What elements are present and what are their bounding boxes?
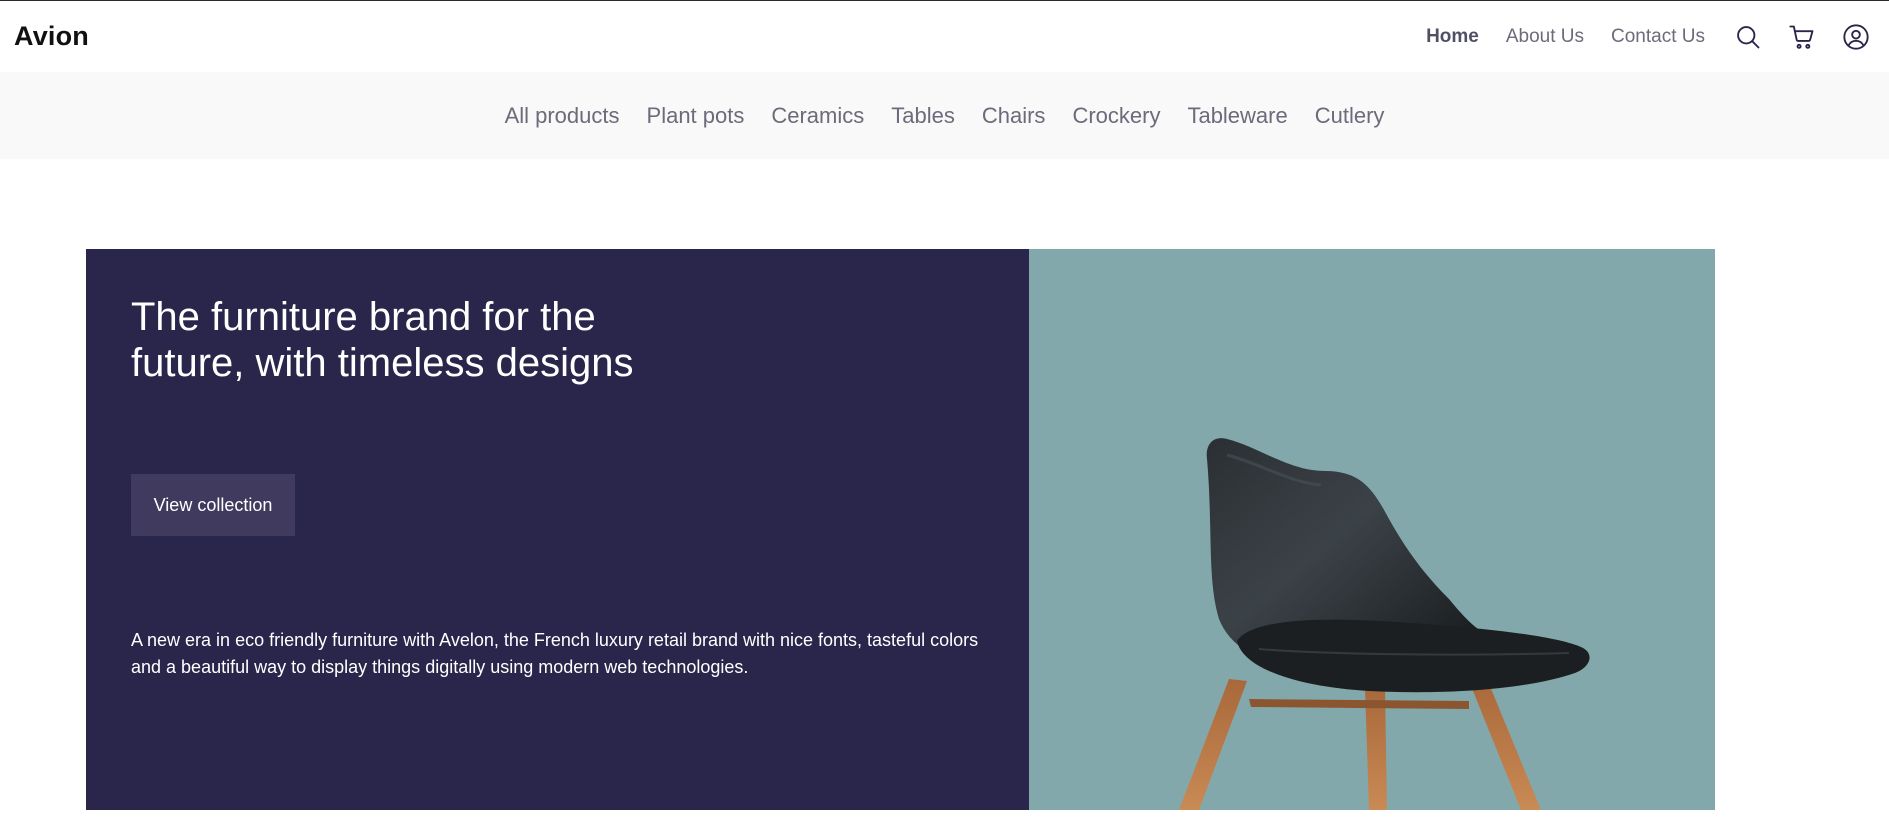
category-tableware[interactable]: Tableware bbox=[1187, 103, 1287, 129]
hero-image-panel bbox=[1029, 249, 1715, 810]
nav-link-contact-us[interactable]: Contact Us bbox=[1611, 26, 1705, 48]
main-nav: Home About Us Contact Us bbox=[1426, 1, 1889, 72]
site-header: Avion Home About Us Contact Us bbox=[0, 1, 1889, 72]
category-crockery[interactable]: Crockery bbox=[1072, 103, 1160, 129]
account-button[interactable] bbox=[1840, 21, 1872, 53]
hero-text-panel: The furniture brand for the future, with… bbox=[86, 249, 1029, 810]
hero-title: The furniture brand for the future, with… bbox=[131, 295, 634, 385]
category-cutlery[interactable]: Cutlery bbox=[1315, 103, 1385, 129]
category-plant-pots[interactable]: Plant pots bbox=[647, 103, 745, 129]
view-collection-button[interactable]: View collection bbox=[131, 474, 295, 536]
logo[interactable]: Avion bbox=[14, 21, 89, 52]
category-bar: All products Plant pots Ceramics Tables … bbox=[0, 72, 1889, 159]
search-icon bbox=[1737, 25, 1760, 48]
nav-link-home[interactable]: Home bbox=[1426, 26, 1479, 48]
hero-section: The furniture brand for the future, with… bbox=[86, 249, 1715, 810]
chair-image bbox=[1179, 438, 1590, 810]
category-all-products[interactable]: All products bbox=[505, 103, 620, 129]
user-icon bbox=[1843, 23, 1869, 50]
category-tables[interactable]: Tables bbox=[891, 103, 955, 129]
cart-button[interactable] bbox=[1786, 21, 1818, 53]
hero-description: A new era in eco friendly furniture with… bbox=[131, 630, 979, 677]
cart-icon bbox=[1789, 25, 1814, 49]
nav-link-about-us[interactable]: About Us bbox=[1506, 26, 1584, 48]
category-chairs[interactable]: Chairs bbox=[982, 103, 1046, 129]
search-button[interactable] bbox=[1732, 21, 1764, 53]
category-ceramics[interactable]: Ceramics bbox=[771, 103, 864, 129]
